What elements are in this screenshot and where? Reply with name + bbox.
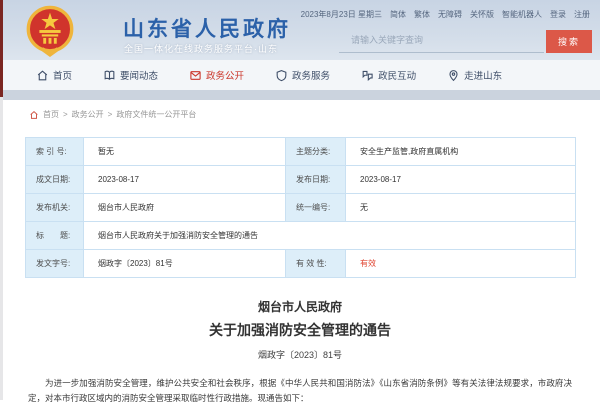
meta-label-validity: 有 效 性: — [286, 250, 346, 278]
date-text: 2023年8月23日 星期三 — [301, 9, 382, 20]
breadcrumb-separator: > — [63, 110, 68, 119]
meta-value-doc-number: 烟政字〔2023〕81号 — [84, 250, 286, 278]
search-input[interactable] — [339, 31, 544, 53]
document-org-line: 烟台市人民政府 — [0, 298, 600, 315]
breadcrumb-gov-info[interactable]: 政务公开 — [72, 109, 104, 120]
nav-item-home[interactable]: 首页 — [36, 68, 72, 82]
national-emblem-icon — [24, 4, 76, 58]
meta-value-unified-number: 无 — [346, 194, 576, 222]
meta-label-publish-date: 发布日期: — [286, 166, 346, 194]
site-title: 山东省人民政府 — [123, 13, 291, 43]
meta-label-index-number: 索 引 号: — [26, 138, 84, 166]
nav-divider-band — [0, 90, 600, 100]
search-button[interactable]: 搜索 — [546, 30, 592, 53]
nav-item-interaction[interactable]: 政民互动 — [361, 68, 416, 82]
table-row: 标 题: 烟台市人民政府关于加强消防安全管理的通告 — [26, 222, 576, 250]
nav-item-gov-services[interactable]: 政务服务 — [275, 68, 330, 82]
document-body-paragraph: 为进一步加强消防安全管理，维护公共安全和社会秩序，根据《中华人民共和国消防法》《… — [28, 376, 572, 406]
document-meta-table: 索 引 号: 暂无 主题分类: 安全生产监管,政府直属机构 成文日期: 2023… — [25, 137, 576, 278]
breadcrumb-home-icon[interactable] — [29, 110, 39, 120]
shield-icon — [275, 69, 288, 82]
table-row: 发布机关: 烟台市人民政府 统一编号: 无 — [26, 194, 576, 222]
meta-value-title: 烟台市人民政府关于加强消防安全管理的通告 — [84, 222, 576, 250]
document-heading: 烟台市人民政府 关于加强消防安全管理的通告 烟政字〔2023〕81号 — [0, 298, 600, 361]
table-row: 索 引 号: 暂无 主题分类: 安全生产监管,政府直属机构 — [26, 138, 576, 166]
nav-item-gov-info[interactable]: 政务公开 — [189, 68, 244, 82]
breadcrumb: 首页 > 政务公开 > 政府文件统一公开平台 — [29, 109, 600, 120]
nav-label: 政务服务 — [292, 68, 330, 82]
site-subtitle: 全国一体化在线政务服务平台·山东 — [124, 42, 278, 55]
meta-label-topic-category: 主题分类: — [286, 138, 346, 166]
window-left-edge — [0, 0, 3, 400]
meta-label-date-written: 成文日期: — [26, 166, 84, 194]
link-simplified[interactable]: 简体 — [390, 9, 406, 20]
nav-label: 政民互动 — [378, 68, 416, 82]
nav-item-news[interactable]: 要闻动态 — [103, 68, 158, 82]
meta-value-index-number: 暂无 — [84, 138, 286, 166]
meta-value-publish-org: 烟台市人民政府 — [84, 194, 286, 222]
breadcrumb-home[interactable]: 首页 — [43, 109, 59, 120]
nav-item-about-shandong[interactable]: 走进山东 — [447, 68, 502, 82]
link-login[interactable]: 登录 — [550, 9, 566, 20]
breadcrumb-separator: > — [108, 110, 113, 119]
meta-label-publish-org: 发布机关: — [26, 194, 84, 222]
table-row: 发文字号: 烟政字〔2023〕81号 有 效 性: 有效 — [26, 250, 576, 278]
nav-label: 政务公开 — [206, 68, 244, 82]
map-pin-icon — [447, 69, 460, 82]
meta-value-topic-category: 安全生产监管,政府直属机构 — [346, 138, 576, 166]
mail-icon — [189, 69, 202, 82]
open-book-icon — [103, 69, 116, 82]
nav-label: 要闻动态 — [120, 68, 158, 82]
site-header: 山东省人民政府 全国一体化在线政务服务平台·山东 2023年8月23日 星期三 … — [0, 0, 600, 60]
meta-value-validity: 有效 — [346, 250, 576, 278]
meta-label-unified-number: 统一编号: — [286, 194, 346, 222]
nav-label: 走进山东 — [464, 68, 502, 82]
document-title-line: 关于加强消防安全管理的通告 — [0, 320, 600, 340]
meta-value-date-written: 2023-08-17 — [84, 166, 286, 194]
document-number-line: 烟政字〔2023〕81号 — [0, 348, 600, 361]
link-care-mode[interactable]: 关怀版 — [470, 9, 494, 20]
link-accessibility[interactable]: 无障碍 — [438, 9, 462, 20]
meta-label-doc-number: 发文字号: — [26, 250, 84, 278]
nav-label: 首页 — [53, 68, 72, 82]
search-bar: 搜索 — [339, 30, 592, 53]
home-icon — [36, 69, 49, 82]
chat-bubbles-icon — [361, 69, 374, 82]
table-row: 成文日期: 2023-08-17 发布日期: 2023-08-17 — [26, 166, 576, 194]
link-smart-robot[interactable]: 智能机器人 — [502, 9, 542, 20]
meta-value-publish-date: 2023-08-17 — [346, 166, 576, 194]
link-register[interactable]: 注册 — [574, 9, 590, 20]
link-traditional[interactable]: 繁体 — [414, 9, 430, 20]
breadcrumb-current: 政府文件统一公开平台 — [116, 109, 196, 120]
main-nav: 首页 要闻动态 政务公开 政务服务 政民互动 走进山东 — [0, 60, 600, 90]
utility-bar: 2023年8月23日 星期三 简体 繁体 无障碍 关怀版 智能机器人 登录 注册 — [301, 9, 590, 20]
meta-label-title: 标 题: — [26, 222, 84, 250]
